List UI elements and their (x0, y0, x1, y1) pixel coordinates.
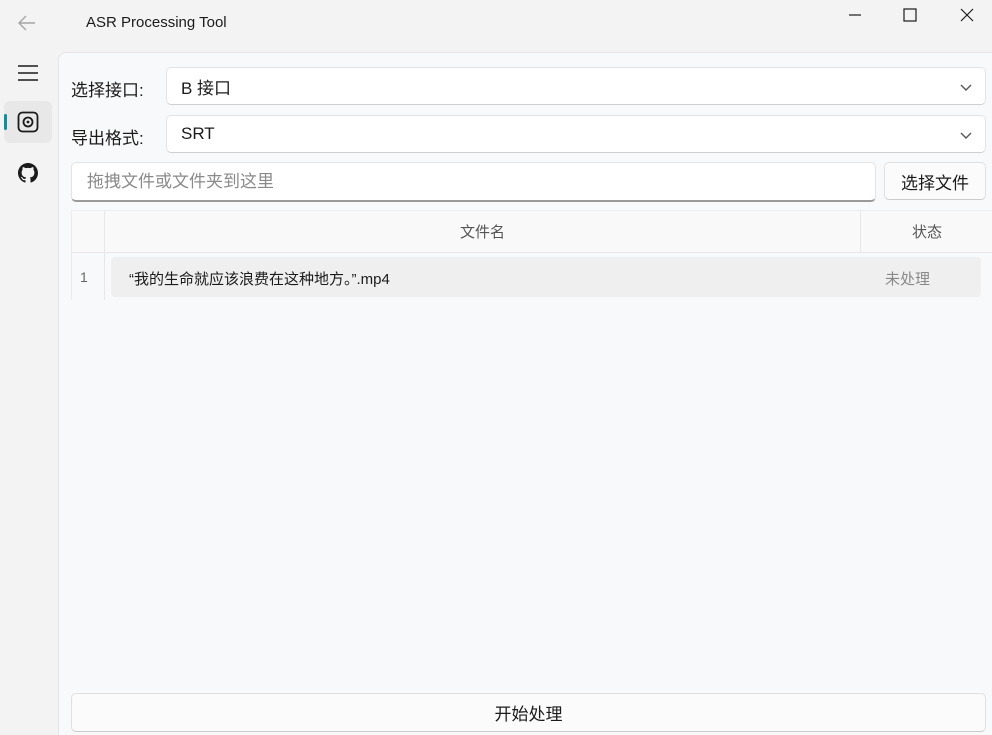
select-file-button[interactable]: 选择文件 (884, 162, 986, 200)
close-button[interactable] (944, 0, 990, 30)
navigation-bar (0, 50, 58, 735)
nav-menu-button[interactable] (4, 52, 52, 94)
maximize-icon (903, 8, 917, 22)
file-table: 文件名 状态 1 “我的生命就应该浪费在这种地方。”.mp4 未处理 (71, 210, 992, 300)
nav-github-button[interactable] (4, 152, 52, 194)
app-title: ASR Processing Tool (86, 14, 227, 31)
start-processing-button[interactable]: 开始处理 (71, 693, 986, 732)
format-select[interactable]: SRT (166, 115, 986, 153)
format-label: 导出格式: (71, 129, 144, 148)
table-header-filename: 文件名 (105, 210, 861, 253)
table-row[interactable]: “我的生命就应该浪费在这种地方。”.mp4 未处理 (111, 257, 981, 297)
github-icon (18, 163, 38, 183)
maximize-button[interactable] (887, 0, 933, 30)
chevron-down-icon (960, 84, 972, 91)
chevron-down-icon (960, 132, 972, 139)
file-drop-input[interactable] (71, 162, 876, 202)
main-content: 选择接口: B 接口 导出格式: SRT 选择文件 文件名 状态 1 “我的生命… (58, 52, 992, 735)
api-label: 选择接口: (71, 81, 144, 100)
nav-item-asr[interactable] (4, 101, 52, 143)
cell-filename: “我的生命就应该浪费在这种地方。”.mp4 (129, 271, 390, 288)
row-index: 1 (71, 253, 105, 300)
hamburger-menu-icon (18, 65, 38, 81)
nav-selected-indicator (4, 114, 7, 130)
minimize-icon (849, 14, 861, 16)
table-header-index (71, 210, 105, 253)
back-button[interactable] (8, 6, 46, 40)
table-header-status: 状态 (861, 210, 992, 253)
format-select-value: SRT (181, 124, 215, 143)
api-select-value: B 接口 (181, 78, 232, 98)
minimize-button[interactable] (832, 0, 878, 30)
asr-home-icon (17, 111, 39, 133)
title-bar: ASR Processing Tool (0, 0, 992, 50)
cell-status: 未处理 (885, 271, 931, 288)
arrow-left-icon (18, 15, 35, 31)
close-icon (960, 8, 974, 22)
api-select[interactable]: B 接口 (166, 67, 986, 105)
